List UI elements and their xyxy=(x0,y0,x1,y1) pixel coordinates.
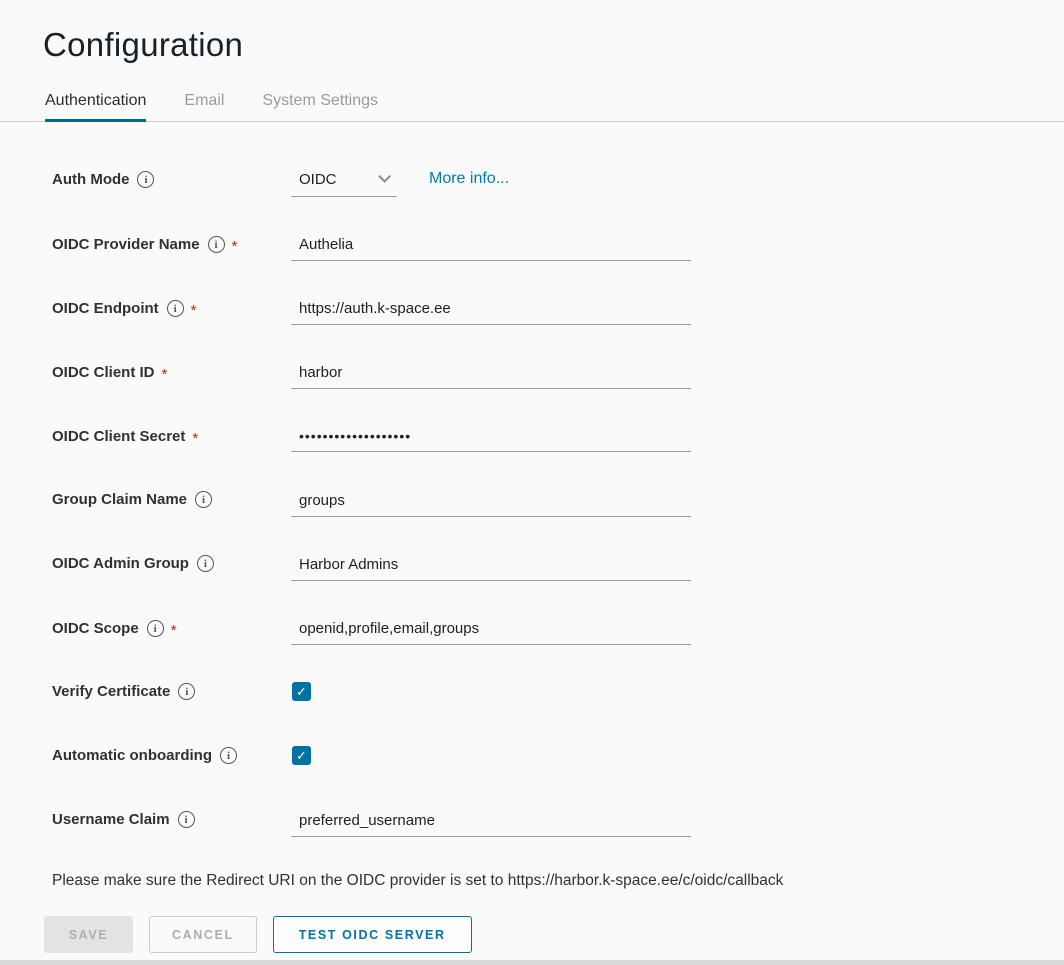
verify-certificate-label: Verify Certificate xyxy=(52,683,170,700)
oidc-scope-label: OIDC Scope xyxy=(52,620,139,637)
required-asterisk: * xyxy=(191,299,197,318)
username-claim-label: Username Claim xyxy=(52,811,170,828)
auth-mode-label-cell: Auth Mode i xyxy=(52,168,291,188)
automatic-onboarding-checkbox[interactable]: ✓ xyxy=(292,746,311,765)
info-icon[interactable]: i xyxy=(197,555,214,572)
row-oidc-client-secret: OIDC Client Secret * xyxy=(52,424,1064,460)
info-icon[interactable]: i xyxy=(147,620,164,637)
auth-mode-controls: OIDC More info... xyxy=(291,168,509,197)
redirect-uri-note: Please make sure the Redirect URI on the… xyxy=(52,872,1064,890)
tab-authentication[interactable]: Authentication xyxy=(45,86,146,122)
required-asterisk: * xyxy=(232,235,238,254)
row-verify-certificate: Verify Certificate i ✓ xyxy=(52,680,1064,716)
tab-system-settings[interactable]: System Settings xyxy=(262,86,378,122)
row-oidc-scope: OIDC Scope i * xyxy=(52,616,1064,652)
chevron-down-icon xyxy=(378,170,391,183)
action-button-row: SAVE CANCEL TEST OIDC SERVER xyxy=(44,916,1064,953)
required-asterisk: * xyxy=(192,427,198,446)
row-oidc-endpoint: OIDC Endpoint i * xyxy=(52,296,1064,332)
info-icon[interactable]: i xyxy=(208,236,225,253)
oidc-endpoint-input[interactable] xyxy=(291,296,691,325)
oidc-client-secret-label: OIDC Client Secret xyxy=(52,428,185,445)
oidc-client-secret-input[interactable] xyxy=(291,424,691,452)
test-oidc-server-button[interactable]: TEST OIDC SERVER xyxy=(273,916,472,953)
auth-mode-label: Auth Mode xyxy=(52,171,129,188)
automatic-onboarding-label: Automatic onboarding xyxy=(52,747,212,764)
auth-mode-selected-value: OIDC xyxy=(299,171,337,188)
row-group-claim-name: Group Claim Name i xyxy=(52,488,1064,524)
info-icon[interactable]: i xyxy=(220,747,237,764)
bottom-scroll-strip xyxy=(0,960,1064,965)
row-automatic-onboarding: Automatic onboarding i ✓ xyxy=(52,744,1064,780)
oidc-admin-group-label: OIDC Admin Group xyxy=(52,555,189,572)
verify-certificate-checkbox[interactable]: ✓ xyxy=(292,682,311,701)
oidc-client-id-label: OIDC Client ID xyxy=(52,364,155,381)
save-button[interactable]: SAVE xyxy=(44,916,133,953)
info-icon[interactable]: i xyxy=(178,683,195,700)
oidc-scope-input[interactable] xyxy=(291,616,691,645)
info-icon[interactable]: i xyxy=(137,171,154,188)
auth-config-form: Auth Mode i OIDC More info... OIDC Provi… xyxy=(52,168,1064,844)
tab-bar: Authentication Email System Settings xyxy=(0,86,1064,122)
oidc-client-id-input[interactable] xyxy=(291,360,691,389)
row-oidc-client-id: OIDC Client ID * xyxy=(52,360,1064,396)
group-claim-name-label: Group Claim Name xyxy=(52,491,187,508)
required-asterisk: * xyxy=(162,363,168,382)
info-icon[interactable]: i xyxy=(195,491,212,508)
row-username-claim: Username Claim i xyxy=(52,808,1064,844)
oidc-provider-name-input[interactable] xyxy=(291,232,691,261)
row-oidc-admin-group: OIDC Admin Group i xyxy=(52,552,1064,588)
more-info-link[interactable]: More info... xyxy=(429,168,509,188)
row-oidc-provider-name: OIDC Provider Name i * xyxy=(52,232,1064,268)
group-claim-name-input[interactable] xyxy=(291,488,691,517)
page-title: Configuration xyxy=(43,26,1064,64)
auth-mode-select[interactable]: OIDC xyxy=(291,168,397,197)
oidc-admin-group-input[interactable] xyxy=(291,552,691,581)
required-asterisk: * xyxy=(171,619,177,638)
info-icon[interactable]: i xyxy=(167,300,184,317)
oidc-endpoint-label: OIDC Endpoint xyxy=(52,300,159,317)
configuration-page: Configuration Authentication Email Syste… xyxy=(0,0,1064,953)
row-auth-mode: Auth Mode i OIDC More info... xyxy=(52,168,1064,204)
username-claim-input[interactable] xyxy=(291,808,691,837)
info-icon[interactable]: i xyxy=(178,811,195,828)
oidc-provider-name-label: OIDC Provider Name xyxy=(52,236,200,253)
cancel-button[interactable]: CANCEL xyxy=(149,916,257,953)
tab-email[interactable]: Email xyxy=(184,86,224,122)
